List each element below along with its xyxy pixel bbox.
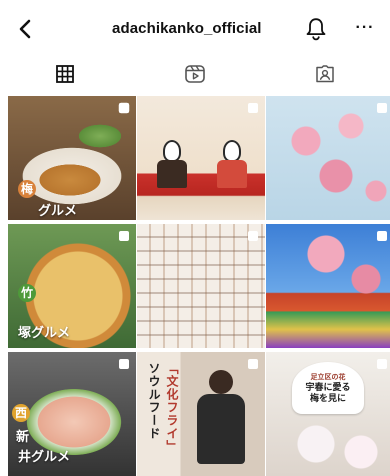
post-vertical-text-a: ソウルフード: [147, 362, 161, 440]
doll-robe-left: [157, 160, 187, 188]
posts-grid: 梅 グルメ 竹 塚グルメ 西 新 井グルメ ソウルフード 「文化フライ」 足立区…: [0, 96, 390, 476]
multiple-photos-icon: [377, 231, 387, 241]
post-caption-line2: 井グルメ: [18, 449, 71, 464]
tab-reels[interactable]: [130, 56, 260, 92]
multiple-photos-icon: [119, 359, 129, 369]
post-vertical-text-b: 「文化フライ」: [165, 362, 179, 453]
profile-header: adachikanko_official ···: [0, 0, 390, 60]
doll-figure-right: [223, 140, 241, 162]
chevron-left-icon: [19, 19, 31, 39]
post-tile-pizza[interactable]: 竹 塚グルメ: [8, 224, 136, 348]
post-caption: グルメ: [38, 203, 78, 218]
multiple-photos-icon: [118, 102, 130, 114]
post-caption-line1: 新: [16, 429, 30, 444]
post-poster-main-2: 梅を見に: [309, 393, 346, 403]
multiple-photos-icon: [377, 359, 387, 369]
multiple-photos-icon: [248, 231, 258, 241]
post-poster-main-1: 宇春に愛る: [305, 382, 351, 392]
post-tile-bunka-fry[interactable]: ソウルフード 「文化フライ」: [137, 352, 265, 476]
grid-icon: [56, 65, 74, 83]
person-body: [197, 394, 245, 464]
post-badge-text: 西: [14, 406, 27, 420]
post-tile-tonkatsu[interactable]: 梅 グルメ: [8, 96, 136, 220]
tagged-icon: [316, 65, 334, 83]
tab-posts-underline: [0, 91, 130, 92]
multiple-photos-icon: [248, 103, 258, 113]
profile-username: adachikanko_official: [112, 20, 262, 37]
back-button[interactable]: [14, 18, 36, 40]
more-label: ···: [355, 19, 375, 36]
multiple-photos-icon: [248, 359, 258, 369]
post-badge: 西: [12, 404, 30, 422]
post-badge: 梅: [18, 180, 36, 198]
bell-icon: [306, 18, 326, 41]
post-poster-card: 足立区の花 宇春に愛る 梅を見に: [292, 362, 364, 414]
post-caption: 塚グルメ: [18, 325, 71, 340]
tab-posts-grid[interactable]: [0, 56, 130, 92]
post-tile-sweets-tray[interactable]: [137, 224, 265, 348]
post-poster-small: 足立区の花: [310, 374, 346, 381]
post-tile-plum-blossoms[interactable]: 足立区の花 宇春に愛る 梅を見に: [266, 352, 390, 476]
post-badge-text: 竹: [20, 286, 33, 300]
reels-icon: [185, 65, 205, 83]
post-badge: 竹: [18, 284, 36, 302]
tab-tagged[interactable]: [260, 56, 390, 92]
post-tile-temple-sakura[interactable]: [266, 224, 390, 348]
post-badge-text: 梅: [20, 182, 33, 196]
more-options-button[interactable]: ···: [352, 18, 378, 38]
profile-tabs: [0, 56, 390, 92]
notifications-button[interactable]: [304, 16, 328, 42]
post-tile-cherry-blossoms[interactable]: [266, 96, 390, 220]
multiple-photos-icon: [119, 231, 129, 241]
post-tile-hina-dolls[interactable]: [137, 96, 265, 220]
doll-figure-left: [163, 140, 181, 162]
doll-robe-right: [217, 160, 247, 188]
post-tile-hotpot[interactable]: 西 新 井グルメ: [8, 352, 136, 476]
person-head: [209, 370, 233, 394]
multiple-photos-icon: [377, 103, 387, 113]
